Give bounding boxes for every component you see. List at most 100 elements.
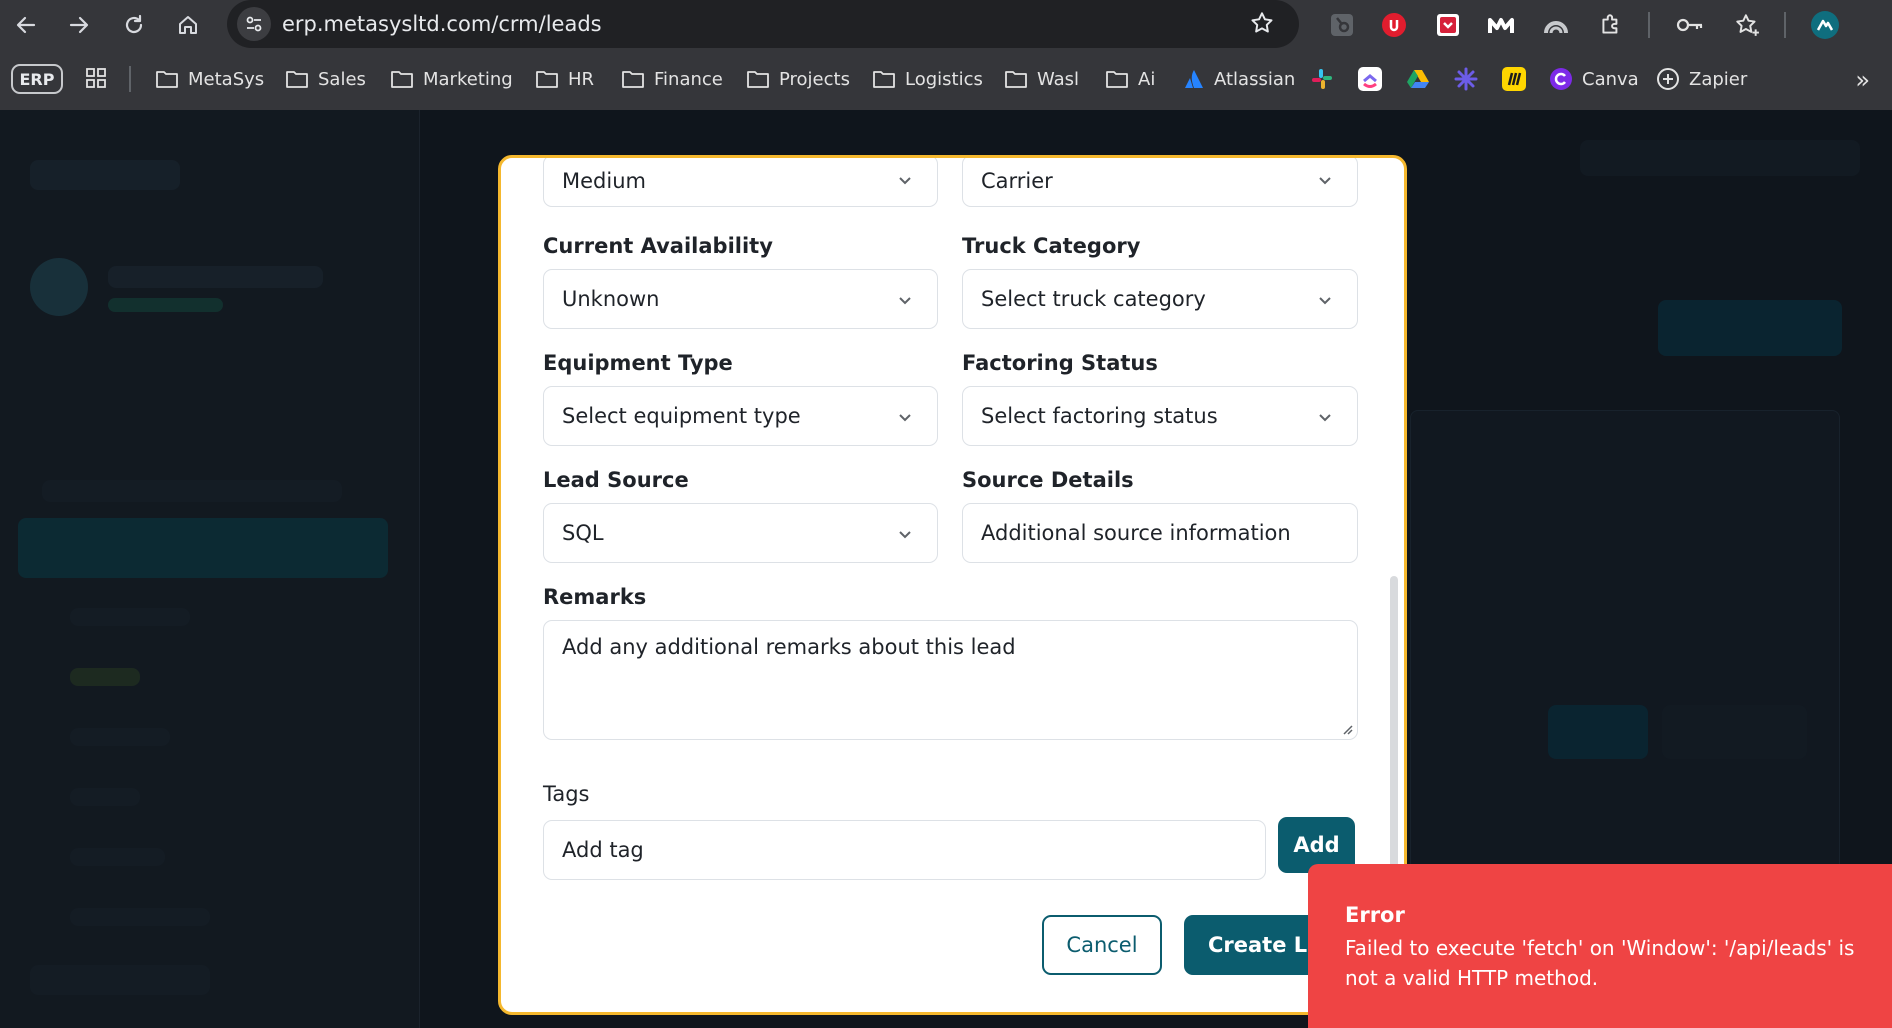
tag-input-placeholder: Add tag [562,838,644,862]
reload-icon [125,14,143,34]
url-text: erp.metasysltd.com/crm/leads [282,12,602,36]
extension-pocket-icon[interactable] [1431,8,1465,42]
browser-toolbar: erp.metasysltd.com/crm/leads [0,0,1892,48]
priority-select[interactable]: Medium [543,158,938,207]
chevron-down-icon [899,414,911,422]
back-button[interactable] [9,8,43,42]
truck-category-placeholder: Select truck category [981,287,1206,311]
tags-label: Tags [543,782,590,806]
bookmark-label: Sales [318,68,366,90]
equipment-type-label: Equipment Type [543,351,733,375]
bookmark-folder-hr[interactable]: HR [535,62,594,96]
toast-title: Error [1345,903,1405,927]
remarks-label: Remarks [543,585,647,609]
extension-monday-icon[interactable] [1484,8,1518,42]
canva-icon [1550,68,1572,90]
miro-icon[interactable] [1502,67,1526,91]
source-details-input[interactable]: Additional source information [962,503,1358,563]
reload-button[interactable] [117,8,151,42]
toast-message: Failed to execute 'fetch' on 'Window': '… [1345,936,1855,990]
apps-grid-icon[interactable] [84,66,108,94]
bookmark-label: HR [568,68,595,90]
cancel-button[interactable]: Cancel [1042,915,1162,975]
bookmark-zapier[interactable]: Zapier [1656,62,1747,96]
toolbar-divider [1784,12,1786,38]
extension-arc-icon[interactable] [1539,8,1573,42]
remarks-textarea[interactable]: Add any additional remarks about this le… [543,620,1358,740]
factoring-status-label: Factoring Status [962,351,1158,375]
truck-category-label: Truck Category [962,234,1141,258]
tag-input[interactable]: Add tag [543,820,1266,880]
current-availability-value: Unknown [562,287,660,311]
bookmark-folder-logistics[interactable]: Logistics [872,62,983,96]
remarks-placeholder: Add any additional remarks about this le… [562,635,1016,659]
password-key-icon[interactable] [1673,8,1707,42]
equipment-type-select[interactable]: Select equipment type [543,386,938,446]
home-icon [179,16,197,34]
chevron-down-icon [1319,414,1331,422]
factoring-status-placeholder: Select factoring status [981,404,1218,428]
bookmark-label: Atlassian [1214,68,1296,90]
site-info-icon[interactable] [237,7,271,41]
user-menu-placeholder [1580,140,1860,176]
filter-button-placeholder [1548,705,1648,759]
chevron-down-icon [1319,177,1331,185]
reading-list-icon[interactable] [1730,8,1764,42]
bookmark-label: Wasl [1037,68,1080,90]
lead-type-select[interactable]: Carrier [962,158,1358,207]
bookmark-folder-finance[interactable]: Finance [621,62,723,96]
priority-select-value: Medium [562,169,646,193]
equipment-type-placeholder: Select equipment type [562,404,801,428]
folder-icon [286,71,308,88]
export-button-placeholder [1662,705,1807,759]
current-availability-label: Current Availability [543,234,773,258]
address-bar[interactable]: erp.metasysltd.com/crm/leads [227,0,1299,48]
zapier-icon [1657,68,1679,90]
forward-button[interactable] [62,8,96,42]
bookmark-star-icon[interactable] [1249,10,1275,40]
current-availability-select[interactable]: Unknown [543,269,938,329]
bookmark-label: MetaSys [188,68,265,90]
chevron-down-icon [899,531,911,539]
home-button[interactable] [171,8,205,42]
browser-chrome: erp.metasysltd.com/crm/leads ERP MetaSys… [0,0,1892,110]
lead-type-select-value: Carrier [981,169,1053,193]
arrow-left-icon [16,16,36,34]
extension-shield-icon[interactable] [1377,8,1411,42]
truck-category-select[interactable]: Select truck category [962,269,1358,329]
lead-source-select[interactable]: SQL [543,503,938,563]
source-details-label: Source Details [962,468,1134,492]
extension-hubspot-icon[interactable] [1325,8,1359,42]
bookmark-folder-metasys[interactable]: MetaSys [155,62,264,96]
bookmarks-bar: ERP MetaSys Sales Marketing HR Finance P… [0,58,1892,100]
bookmark-folder-sales[interactable]: Sales [285,62,366,96]
nav-subitem [70,608,190,626]
bookmark-folder-marketing[interactable]: Marketing [390,62,513,96]
bookmark-folder-ai[interactable]: Ai [1105,62,1155,96]
folder-icon [391,71,413,88]
slack-icon[interactable] [1310,67,1334,91]
clickup-icon[interactable] [1358,67,1382,91]
bookmark-folder-projects[interactable]: Projects [746,62,850,96]
folder-icon [1106,71,1128,88]
resize-handle-icon[interactable] [1341,723,1353,735]
bookmark-label: Logistics [905,68,983,90]
profile-avatar[interactable] [1808,8,1842,42]
bookmark-erp[interactable]: ERP [11,64,63,94]
user-role-placeholder [108,298,223,312]
bookmark-canva[interactable]: Canva [1549,62,1639,96]
source-details-placeholder: Additional source information [981,521,1291,545]
asterisk-app-icon[interactable] [1454,67,1478,91]
arrow-right-icon [69,16,89,34]
error-toast: Error Failed to execute 'fetch' on 'Wind… [1308,864,1892,1028]
bookmark-atlassian[interactable]: Atlassian [1183,62,1295,96]
more-bookmarks-icon[interactable]: » [1855,66,1870,94]
bookmarks-divider [129,66,131,92]
factoring-status-select[interactable]: Select factoring status [962,386,1358,446]
bookmark-label: Marketing [423,68,513,90]
extensions-puzzle-icon[interactable] [1594,8,1628,42]
bookmark-folder-wasl[interactable]: Wasl [1004,62,1079,96]
app-sidebar [0,110,420,1028]
google-drive-icon[interactable] [1406,67,1430,91]
nav-subitem-active [70,668,140,686]
